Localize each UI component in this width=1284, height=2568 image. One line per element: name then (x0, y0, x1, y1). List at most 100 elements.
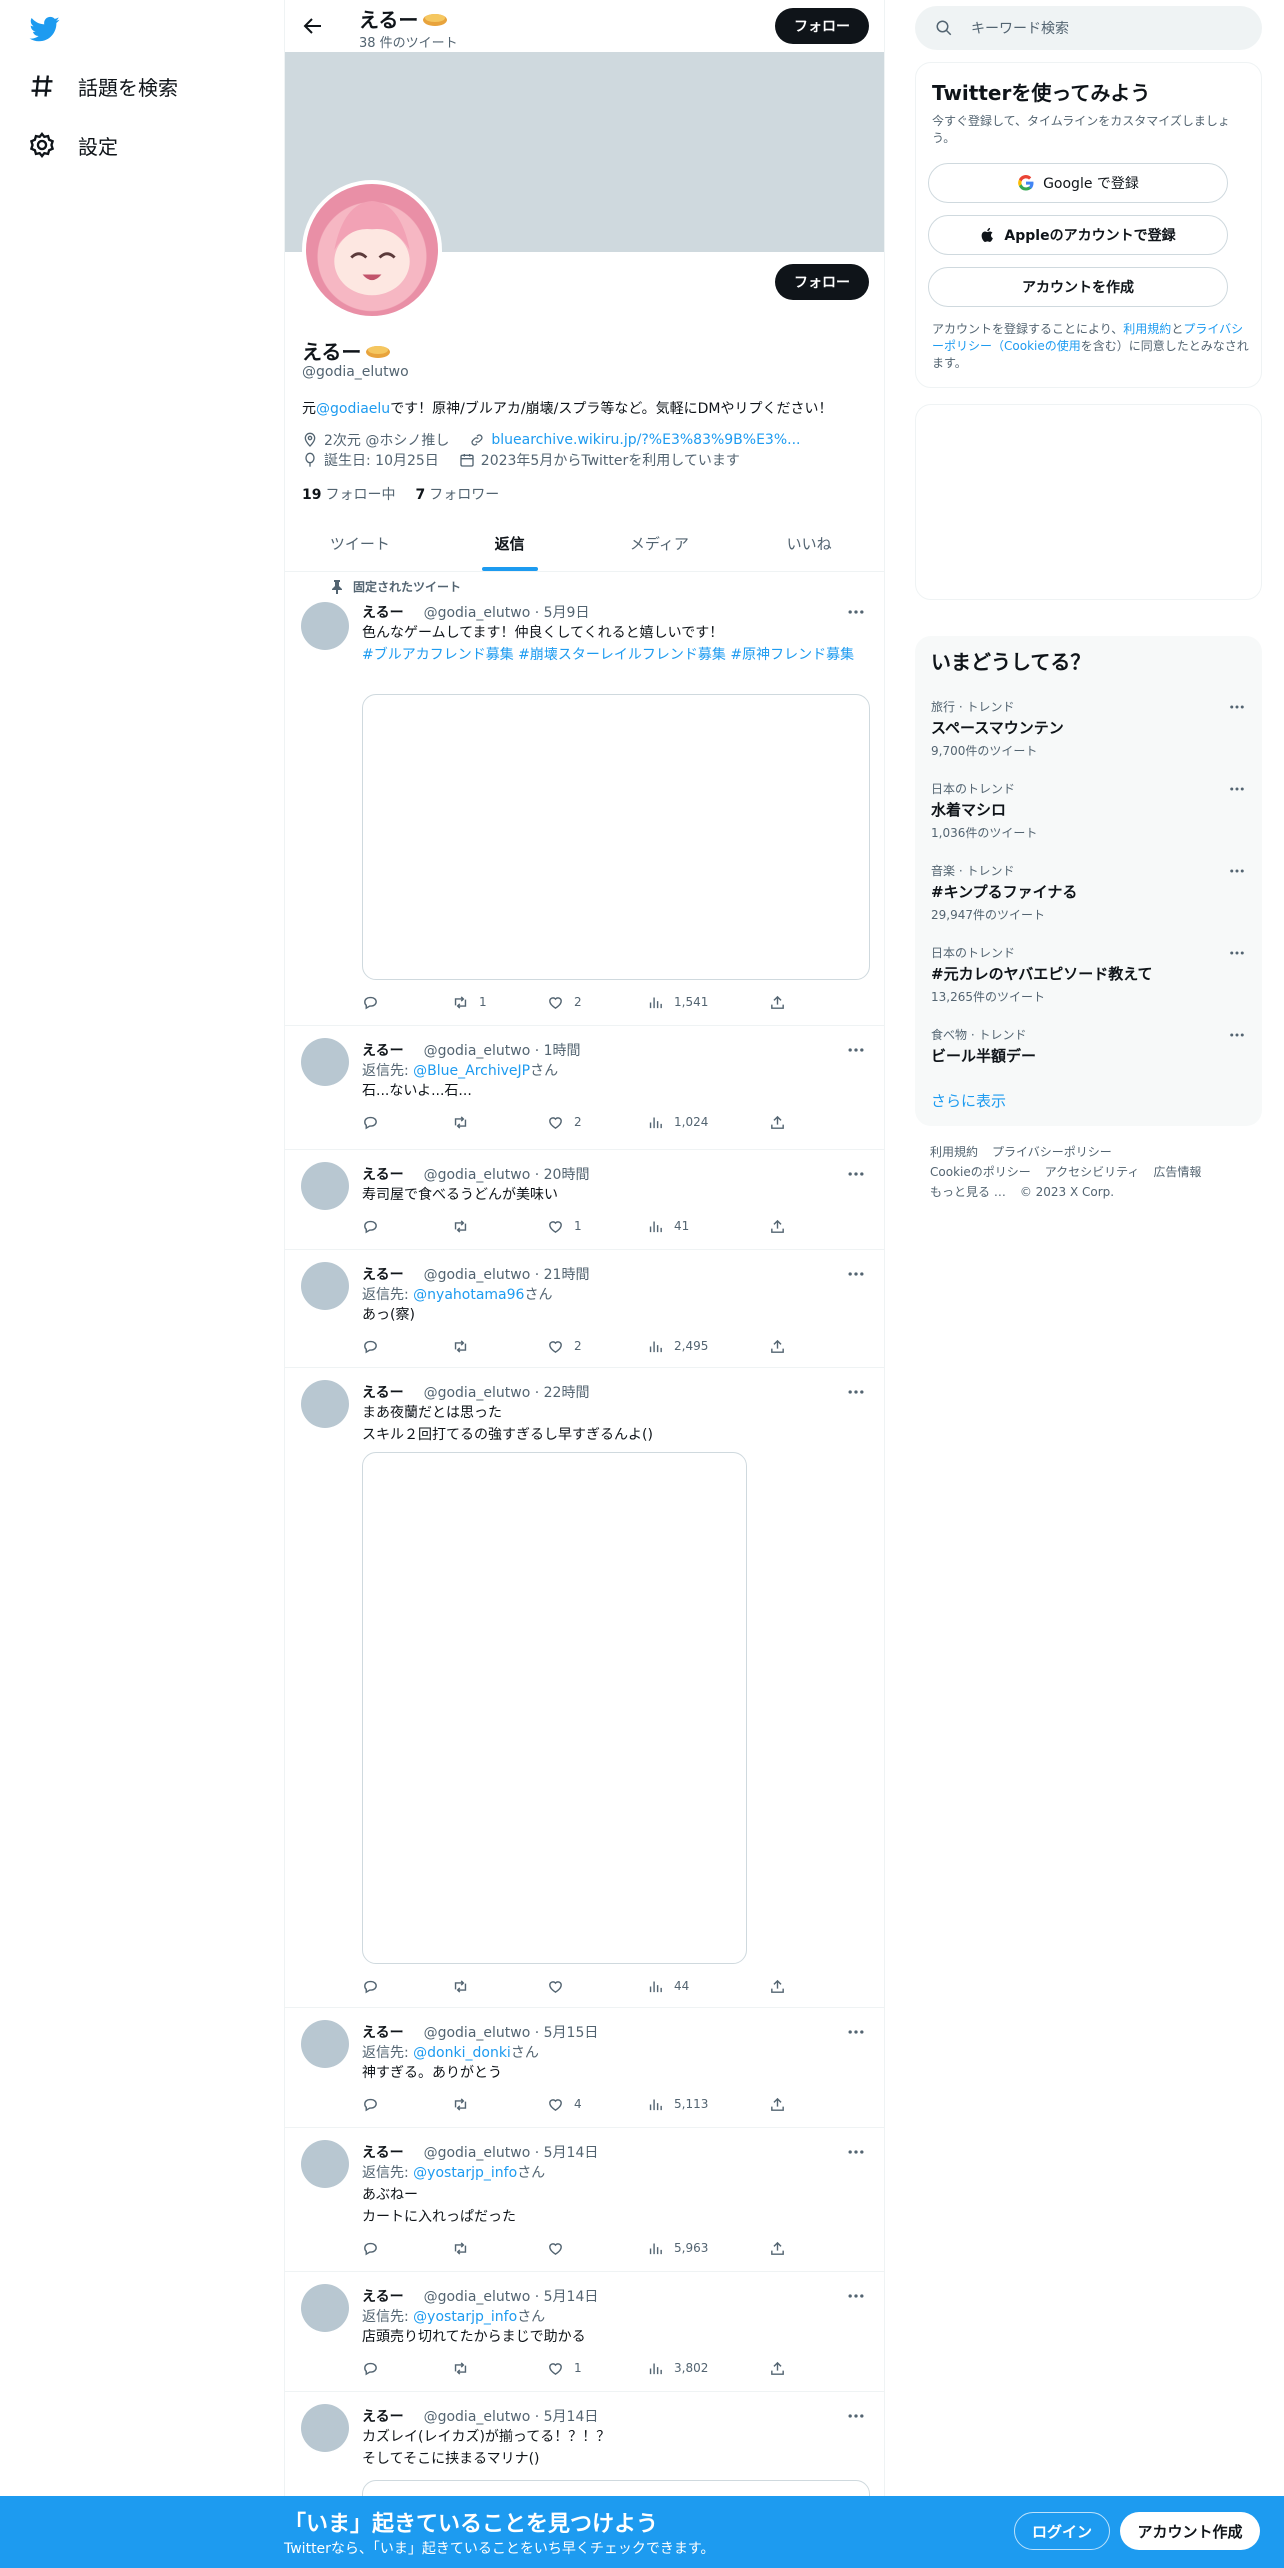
share-button[interactable] (769, 1976, 786, 1996)
nav-explore[interactable]: 話題を検索 (28, 66, 178, 106)
reply-button[interactable] (362, 1112, 389, 1132)
more-options-icon[interactable] (846, 602, 866, 622)
more-options-icon[interactable] (846, 1264, 866, 1284)
trends-show-more-link[interactable]: さらに表示 (931, 1090, 1006, 1111)
more-options-icon[interactable] (846, 1040, 866, 1060)
tweet[interactable]: えるー @godia_elutwo · 5月14日 返信先: @yostarjp_i… (285, 2128, 884, 2272)
reply-to-mention[interactable]: @nyahotama96 (413, 1287, 524, 1303)
tweet[interactable]: えるー @godia_elutwo · 5月15日 返信先: @donki_donk… (285, 2008, 884, 2128)
footer-ads[interactable]: 広告情報 (1153, 1165, 1201, 1179)
trend-item[interactable]: 日本のトレンド 水着マシロ 1,036件のツイート (931, 780, 1246, 841)
tweet-avatar[interactable] (301, 602, 349, 650)
footer-accessibility[interactable]: アクセシビリティ (1045, 1165, 1140, 1179)
tweet-avatar[interactable] (301, 2284, 349, 2332)
like-button[interactable] (547, 2238, 574, 2258)
search-input[interactable]: キーワード検索 (915, 6, 1262, 50)
tweet-meta[interactable]: @godia_elutwo · 1時間 (424, 1040, 581, 1060)
tweet-avatar[interactable] (301, 2140, 349, 2188)
tweet-avatar[interactable] (301, 1380, 349, 1428)
tab-replies[interactable]: 返信 (435, 516, 585, 571)
followers-link[interactable]: 7 フォロワー (415, 484, 499, 504)
reply-to-mention[interactable]: @yostarjp_info (413, 2165, 517, 2181)
more-options-icon[interactable] (846, 2406, 866, 2426)
tweet-meta[interactable]: @godia_elutwo · 22時間 (424, 1382, 590, 1402)
retweet-button[interactable] (452, 1112, 479, 1132)
retweet-button[interactable] (452, 1336, 479, 1356)
retweet-button[interactable]: 1 (452, 992, 487, 1012)
share-button[interactable] (769, 2358, 786, 2378)
tweet[interactable]: えるー @godia_elutwo · 21時間 返信先: @nyahotama96… (285, 1250, 884, 1368)
trend-item[interactable]: 食べ物 · トレンド ビール半額デー (931, 1026, 1246, 1070)
tweet[interactable]: えるー @godia_elutwo · 5月14日 返信先: @yostarjp_i… (285, 2272, 884, 2392)
tweet-avatar[interactable] (301, 2020, 349, 2068)
reply-button[interactable] (362, 2358, 389, 2378)
trend-more-icon[interactable] (1228, 944, 1246, 962)
profile-website-link[interactable]: bluearchive.wikiru.jp/?%E3%83%9B%E3%... (491, 432, 800, 448)
retweet-button[interactable] (452, 1976, 479, 1996)
views-button[interactable]: 3,802 (647, 2358, 708, 2378)
views-button[interactable]: 1,541 (647, 992, 708, 1012)
tweet-author-name[interactable]: えるー (362, 1382, 404, 1402)
views-button[interactable]: 1,024 (647, 1112, 708, 1132)
tweet[interactable]: えるー @godia_elutwo · 20時間 寿司屋で食べるうどんが美味い 1 41 (285, 1150, 884, 1250)
tweet-author-name[interactable]: えるー (362, 1040, 404, 1060)
like-button[interactable]: 1 (547, 2358, 582, 2378)
tweet-meta[interactable]: @godia_elutwo · 5月9日 (424, 602, 590, 622)
following-link[interactable]: 19 フォロー中 (302, 484, 395, 504)
tweet-author-name[interactable]: えるー (362, 1164, 404, 1184)
tweet[interactable]: えるー @godia_elutwo · 1時間 返信先: @Blue_Archive… (285, 1026, 884, 1150)
tab-media[interactable]: メディア (585, 516, 735, 571)
reply-button[interactable] (362, 2094, 389, 2114)
tweet-author-name[interactable]: えるー (362, 2406, 404, 2426)
tweet-author-name[interactable]: えるー (362, 1264, 404, 1284)
tweet[interactable]: えるー @godia_elutwo · 22時間 まあ夜蘭だとは思った スキル２回打… (285, 1368, 884, 2008)
retweet-button[interactable] (452, 2238, 479, 2258)
tweet-meta[interactable]: @godia_elutwo · 5月15日 (424, 2022, 599, 2042)
tweet-media[interactable] (362, 1452, 747, 1964)
trend-more-icon[interactable] (1228, 698, 1246, 716)
tweet-avatar[interactable] (301, 1038, 349, 1086)
back-arrow-icon[interactable] (301, 14, 325, 38)
like-button[interactable]: 2 (547, 1112, 582, 1132)
footer-privacy[interactable]: プライバシーポリシー (992, 1145, 1112, 1159)
retweet-button[interactable] (452, 1216, 479, 1236)
tweet-author-name[interactable]: えるー (362, 2142, 404, 2162)
tweet-meta[interactable]: @godia_elutwo · 5月14日 (424, 2286, 599, 2306)
views-button[interactable]: 41 (647, 1216, 689, 1236)
footer-cookies[interactable]: Cookieのポリシー (930, 1165, 1031, 1179)
reply-button[interactable] (362, 1976, 389, 1996)
reply-to-mention[interactable]: @yostarjp_info (413, 2309, 517, 2325)
tweet-avatar[interactable] (301, 1262, 349, 1310)
reply-button[interactable] (362, 1216, 389, 1236)
terms-link[interactable]: 利用規約 (1123, 322, 1171, 336)
footer-terms[interactable]: 利用規約 (930, 1145, 978, 1159)
views-button[interactable]: 2,495 (647, 1336, 708, 1356)
reply-to-mention[interactable]: @donki_donki (413, 2045, 511, 2061)
tab-likes[interactable]: いいね (734, 516, 884, 571)
reply-button[interactable] (362, 2238, 389, 2258)
google-signup-button[interactable]: Google で登録 (928, 163, 1228, 203)
trend-item[interactable]: 音楽 · トレンド #キンプるファイナる 29,947件のツイート (931, 862, 1246, 923)
twitter-logo-icon[interactable] (28, 14, 62, 44)
like-button[interactable]: 2 (547, 1336, 582, 1356)
tweet-meta[interactable]: @godia_elutwo · 5月14日 (424, 2142, 599, 2162)
tweet-author-name[interactable]: えるー (362, 2286, 404, 2306)
create-account-button[interactable]: アカウントを作成 (928, 267, 1228, 307)
views-button[interactable]: 44 (647, 1976, 689, 1996)
trend-item[interactable]: 旅行 · トレンド スペースマウンテン 9,700件のツイート (931, 698, 1246, 759)
like-button[interactable]: 4 (547, 2094, 582, 2114)
tab-tweets[interactable]: ツイート (285, 516, 435, 571)
trend-item[interactable]: 日本のトレンド #元カレのヤバエピソード教えて 13,265件のツイート (931, 944, 1246, 1005)
share-button[interactable] (769, 2238, 786, 2258)
tweet-meta[interactable]: @godia_elutwo · 5月14日 (424, 2406, 599, 2426)
tweet-media[interactable] (362, 694, 870, 980)
like-button[interactable]: 1 (547, 1216, 582, 1236)
nav-settings[interactable]: 設定 (28, 125, 118, 165)
trend-more-icon[interactable] (1228, 862, 1246, 880)
trend-more-icon[interactable] (1228, 1026, 1246, 1044)
views-button[interactable]: 5,113 (647, 2094, 708, 2114)
tweet-meta[interactable]: @godia_elutwo · 21時間 (424, 1264, 590, 1284)
tweet-author-name[interactable]: えるー (362, 2022, 404, 2042)
more-options-icon[interactable] (846, 2142, 866, 2162)
share-button[interactable] (769, 2094, 786, 2114)
